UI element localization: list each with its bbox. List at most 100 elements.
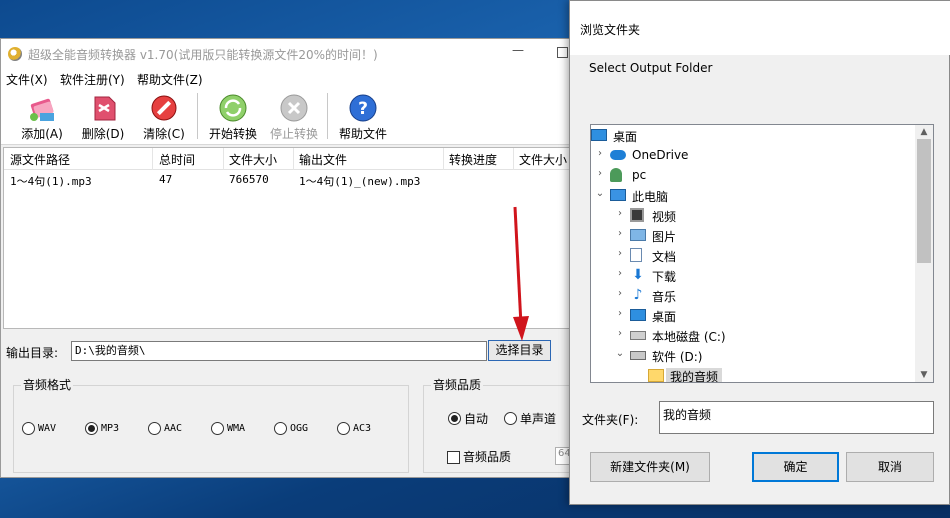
table-header: 源文件路径 总时间 文件大小 输出文件 转换进度 文件大小 [4, 148, 572, 170]
column-divider [293, 148, 294, 170]
chevron-right-icon[interactable]: › [615, 328, 625, 340]
chevron-right-icon[interactable]: › [595, 168, 605, 180]
col-output-size[interactable]: 文件大小 [519, 151, 567, 168]
dialog-title: 浏览文件夹 [580, 23, 641, 37]
clear-button[interactable]: 清除(C) [140, 91, 188, 143]
quality-mono-radio[interactable]: 单声道 [504, 410, 556, 427]
tree-item-label: 视频 [652, 210, 677, 224]
chevron-right-icon[interactable]: › [615, 308, 625, 320]
chevron-right-icon[interactable]: › [595, 148, 605, 160]
tree-item[interactable]: › 桌面 [591, 305, 915, 325]
radio-indicator [211, 422, 224, 435]
tree-item-label: 图片 [652, 230, 677, 244]
tree-item[interactable]: ⌄ 软件 (D:) [591, 345, 915, 365]
col-size[interactable]: 文件大小 [229, 151, 277, 168]
tree-item-label: 我的音频 [666, 368, 723, 382]
tree-item-label: 文档 [652, 250, 677, 264]
cancel-button[interactable]: 取消 [846, 452, 934, 482]
svg-text:?: ? [358, 99, 368, 119]
column-divider [443, 148, 444, 170]
chevron-right-icon[interactable]: › [615, 228, 625, 240]
tree-item-label: 此电脑 [632, 190, 669, 204]
format-ac3-radio[interactable]: AC3 [337, 422, 371, 435]
ok-button[interactable]: 确定 [752, 452, 839, 482]
radio-indicator [148, 422, 161, 435]
red-arrow-annotation [513, 206, 529, 341]
folder-tree[interactable]: 桌面 › OneDrive › pc ⌄ 此电脑 › 视频 › 图片 › 文档 › ⬇ 下载 › ♪ 音乐 › 桌面 › 本… [590, 124, 934, 383]
computer-icon [610, 189, 626, 201]
tree-item[interactable]: › 视频 [591, 205, 915, 225]
chevron-down-icon[interactable]: ⌄ [615, 348, 625, 360]
tree-scrollbar[interactable]: ▲ ▼ [915, 125, 933, 382]
scrollbar-thumb[interactable] [917, 139, 931, 263]
menu-file[interactable]: 文件(X) [6, 71, 48, 88]
app-title: 超级全能音频转换器 v1.70(试用版只能转换源文件20%的时间！) [28, 48, 378, 62]
stop-convert-button[interactable]: 停止转换 [267, 91, 321, 143]
app-logo-icon [8, 47, 22, 61]
tree-item[interactable]: › ⬇ 下载 [591, 265, 915, 285]
add-label: 添加(A) [21, 127, 63, 141]
tree-item[interactable]: › 本地磁盘 (C:) [591, 325, 915, 345]
menu-help[interactable]: 帮助文件(Z) [137, 71, 203, 88]
tree-item-label: pc [632, 168, 647, 182]
delete-label: 删除(D) [81, 127, 125, 141]
music-icon: ♪ [633, 287, 643, 303]
radio-label: WAV [38, 423, 57, 434]
chevron-right-icon[interactable]: › [615, 208, 625, 220]
chevron-right-icon[interactable]: › [615, 248, 625, 260]
cloud-icon [610, 150, 626, 160]
start-convert-button[interactable]: 开始转换 [206, 91, 260, 143]
format-aac-radio[interactable]: AAC [148, 422, 182, 435]
scroll-down-icon[interactable]: ▼ [915, 368, 933, 382]
delete-file-icon [94, 96, 116, 121]
radio-label: WMA [227, 423, 246, 434]
tree-item[interactable]: › pc [591, 165, 915, 185]
quality-checkbox[interactable]: 音频品质 [447, 448, 511, 465]
tree-item[interactable]: 桌面 [591, 125, 915, 145]
folder-icon [648, 369, 664, 382]
tree-item-label: 桌面 [613, 130, 638, 144]
scroll-up-icon[interactable]: ▲ [915, 125, 933, 139]
new-folder-button[interactable]: 新建文件夹(M) [590, 452, 710, 482]
col-duration[interactable]: 总时间 [159, 151, 195, 168]
dialog-prompt: Select Output Folder [589, 61, 713, 75]
quality-auto-radio[interactable]: 自动 [448, 410, 488, 427]
help-button[interactable]: ? 帮助文件 [336, 91, 390, 143]
maximize-button[interactable] [557, 47, 568, 58]
checkbox-label: 音频品质 [463, 450, 512, 464]
tree-item[interactable]: 我的音频 [591, 365, 915, 382]
delete-button[interactable]: 删除(D) [79, 91, 127, 143]
column-divider [513, 148, 514, 170]
tree-item-label: 桌面 [652, 310, 677, 324]
browse-folder-dialog: 浏览文件夹 Select Output Folder 桌面 › OneDrive › p… [569, 0, 950, 505]
tree-item[interactable]: ⌄ 此电脑 [591, 185, 915, 205]
menu-register[interactable]: 软件注册(Y) [60, 71, 125, 88]
output-dir-input[interactable]: D:\我的音频\ [71, 341, 487, 361]
col-output-file[interactable]: 输出文件 [299, 151, 347, 168]
format-wav-radio[interactable]: WAV [22, 422, 56, 435]
tree-item[interactable]: › 图片 [591, 225, 915, 245]
add-button[interactable]: 添加(A) [17, 91, 67, 143]
app-titlebar[interactable]: 超级全能音频转换器 v1.70(试用版只能转换源文件20%的时间！) — [1, 39, 573, 69]
audio-format-title: 音频格式 [21, 376, 74, 393]
tree-item[interactable]: › OneDrive [591, 145, 915, 165]
tree-item[interactable]: › ♪ 音乐 [591, 285, 915, 305]
tree-item-label: 本地磁盘 (C:) [652, 330, 726, 344]
radio-label: AAC [164, 423, 183, 434]
chevron-right-icon[interactable]: › [615, 288, 625, 300]
file-list-table[interactable]: 源文件路径 总时间 文件大小 输出文件 转换进度 文件大小 1～4句(1).mp… [3, 147, 572, 329]
format-mp3-radio[interactable]: MP3 [85, 422, 119, 435]
tree-item[interactable]: › 文档 [591, 245, 915, 265]
minimize-button[interactable]: — [511, 44, 525, 59]
col-progress[interactable]: 转换进度 [449, 151, 497, 168]
output-dir-label: 输出目录: [6, 346, 59, 360]
radio-indicator [22, 422, 35, 435]
col-source-path[interactable]: 源文件路径 [10, 151, 70, 168]
chevron-right-icon[interactable]: › [615, 268, 625, 280]
folder-name-input[interactable]: 我的音频 [659, 401, 934, 434]
radio-indicator [337, 422, 350, 435]
format-ogg-radio[interactable]: OGG [274, 422, 308, 435]
format-wma-radio[interactable]: WMA [211, 422, 245, 435]
chevron-down-icon[interactable]: ⌄ [595, 188, 605, 200]
dialog-titlebar[interactable]: 浏览文件夹 [570, 1, 950, 55]
